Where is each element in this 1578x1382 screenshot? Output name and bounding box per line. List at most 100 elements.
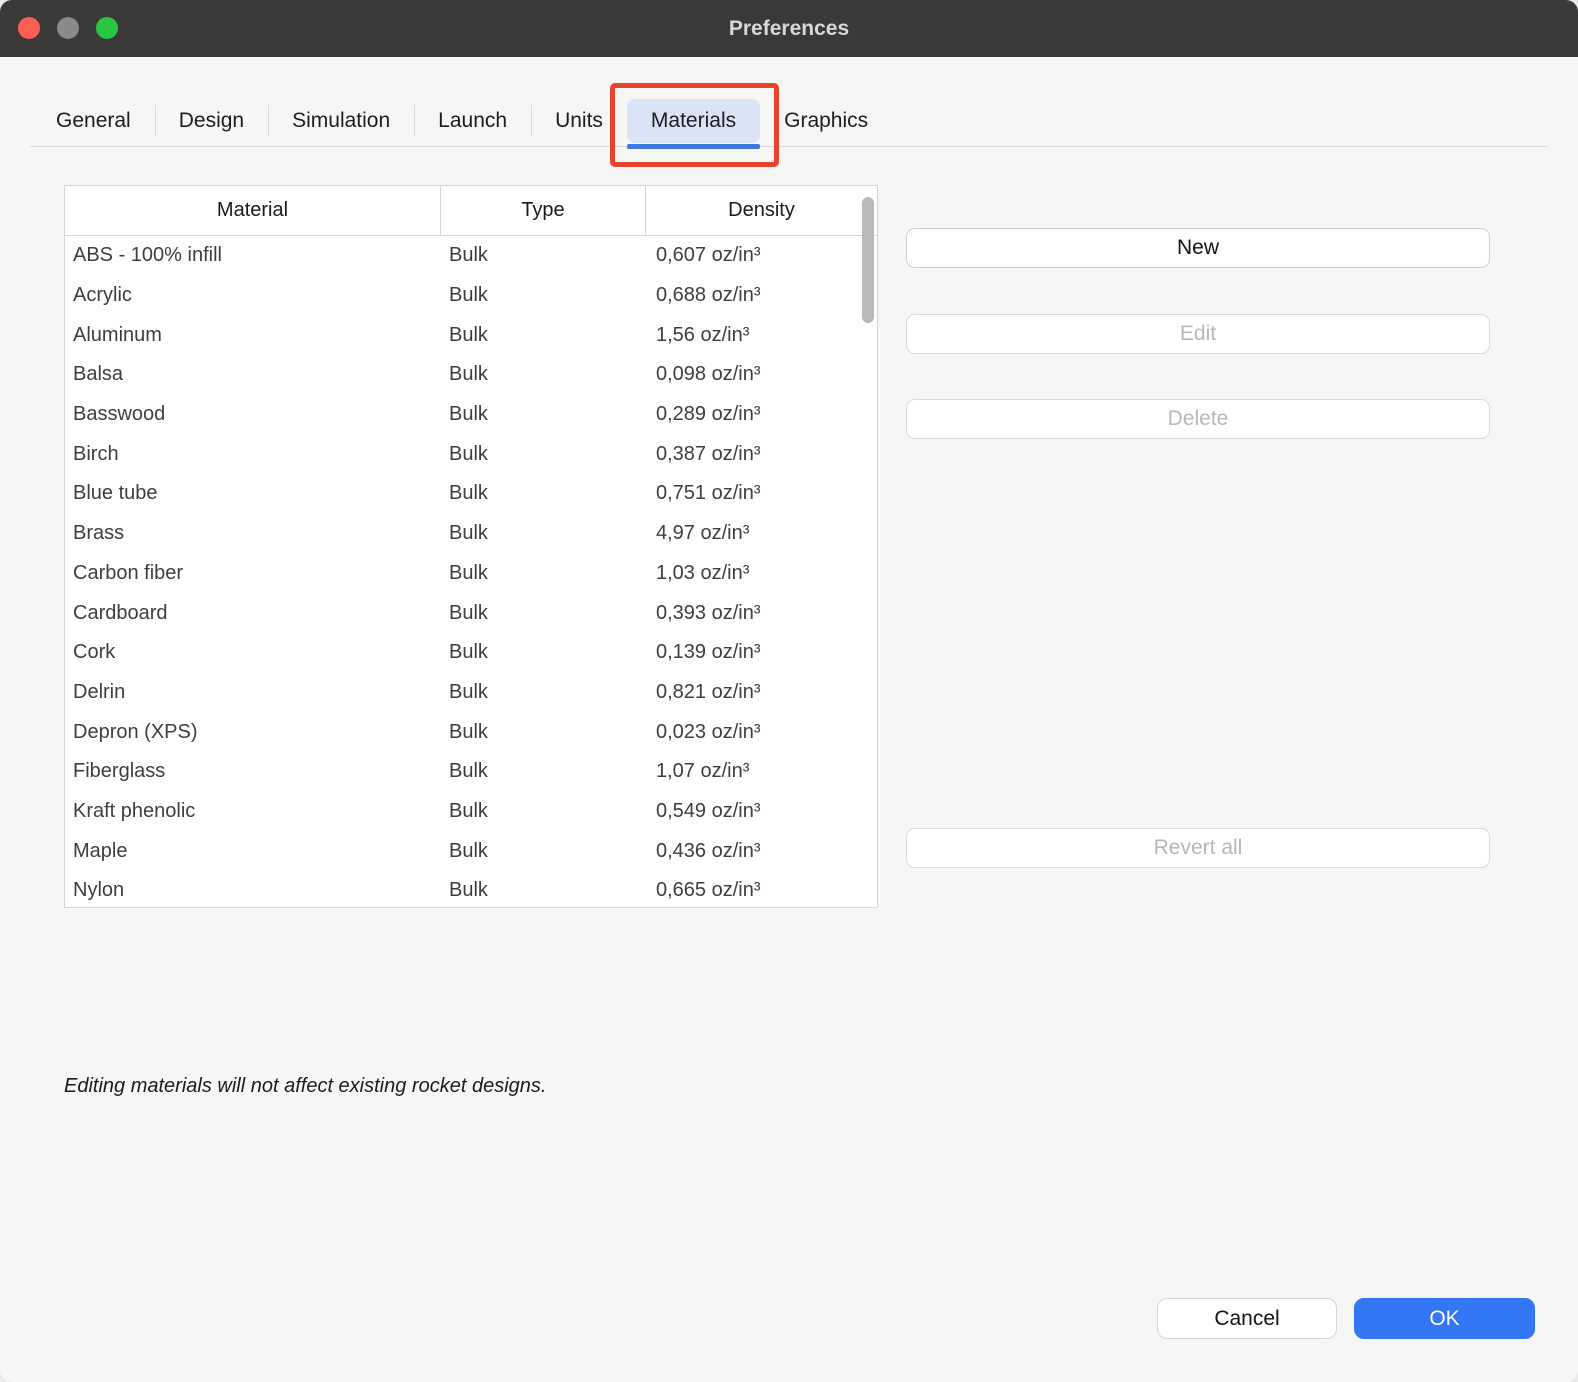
- table-cell: 0,751 oz/in³: [646, 482, 877, 505]
- tab-bar: General Design Simulation Launch Units Materi…: [32, 96, 892, 146]
- materials-table-body: ABS - 100% infillBulk0,607 oz/in³Acrylic…: [65, 236, 877, 908]
- table-cell: 0,821 oz/in³: [646, 681, 877, 704]
- revert-all-button[interactable]: Revert all: [906, 828, 1490, 868]
- materials-note: Editing materials will not affect existi…: [64, 1075, 546, 1098]
- materials-table: MaterialTypeDensity ABS - 100% infillBul…: [64, 185, 878, 908]
- table-cell: Delrin: [65, 681, 441, 704]
- tab-simulation[interactable]: Simulation: [268, 96, 414, 146]
- table-row[interactable]: BirchBulk0,387 oz/in³: [65, 434, 877, 474]
- table-cell: Bulk: [441, 443, 646, 466]
- table-cell: 0,387 oz/in³: [646, 443, 877, 466]
- cancel-button[interactable]: Cancel: [1157, 1298, 1337, 1339]
- tab-design[interactable]: Design: [155, 96, 268, 146]
- table-cell: Blue tube: [65, 482, 441, 505]
- table-row[interactable]: AcrylicBulk0,688 oz/in³: [65, 276, 877, 316]
- table-cell: Bulk: [441, 641, 646, 664]
- table-cell: Bulk: [441, 482, 646, 505]
- table-cell: Bulk: [441, 284, 646, 307]
- table-row[interactable]: Depron (XPS)Bulk0,023 oz/in³: [65, 712, 877, 752]
- scrollbar-thumb[interactable]: [862, 197, 874, 323]
- table-cell: Kraft phenolic: [65, 800, 441, 823]
- table-cell: Nylon: [65, 879, 441, 902]
- tab-launch[interactable]: Launch: [414, 96, 531, 146]
- table-cell: 0,393 oz/in³: [646, 602, 877, 625]
- window-title: Preferences: [0, 0, 1578, 57]
- table-row[interactable]: MapleBulk0,436 oz/in³: [65, 831, 877, 871]
- table-row[interactable]: CorkBulk0,139 oz/in³: [65, 633, 877, 673]
- table-cell: Bulk: [441, 681, 646, 704]
- tab-label: Materials: [651, 109, 736, 132]
- table-cell: Bulk: [441, 840, 646, 863]
- delete-button[interactable]: Delete: [906, 399, 1490, 439]
- table-cell: Bulk: [441, 760, 646, 783]
- selected-tab-underline: [627, 144, 760, 149]
- ok-button[interactable]: OK: [1354, 1298, 1535, 1339]
- table-cell: 4,97 oz/in³: [646, 522, 877, 545]
- table-cell: 0,098 oz/in³: [646, 363, 877, 386]
- table-cell: 0,289 oz/in³: [646, 403, 877, 426]
- table-cell: 0,665 oz/in³: [646, 879, 877, 902]
- table-row[interactable]: DelrinBulk0,821 oz/in³: [65, 673, 877, 713]
- tab-materials[interactable]: Materials: [627, 99, 760, 143]
- table-cell: Bulk: [441, 602, 646, 625]
- table-row[interactable]: BasswoodBulk0,289 oz/in³: [65, 395, 877, 435]
- table-cell: Bulk: [441, 721, 646, 744]
- table-cell: Birch: [65, 443, 441, 466]
- table-cell: ABS - 100% infill: [65, 244, 441, 267]
- column-header-density[interactable]: Density: [646, 186, 877, 235]
- table-cell: Bulk: [441, 562, 646, 585]
- new-button[interactable]: New: [906, 228, 1490, 268]
- table-cell: Depron (XPS): [65, 721, 441, 744]
- table-cell: Cardboard: [65, 602, 441, 625]
- column-header-material[interactable]: Material: [65, 186, 441, 235]
- table-cell: Aluminum: [65, 324, 441, 347]
- table-cell: 1,07 oz/in³: [646, 760, 877, 783]
- table-row[interactable]: NylonBulk0,665 oz/in³: [65, 871, 877, 908]
- table-row[interactable]: CardboardBulk0,393 oz/in³: [65, 593, 877, 633]
- table-cell: Balsa: [65, 363, 441, 386]
- table-cell: 1,03 oz/in³: [646, 562, 877, 585]
- preferences-window: Preferences General Design Simulation Launc…: [0, 0, 1578, 1382]
- table-cell: Bulk: [441, 324, 646, 347]
- table-row[interactable]: AluminumBulk1,56 oz/in³: [65, 315, 877, 355]
- materials-table-header: MaterialTypeDensity: [65, 186, 877, 236]
- table-cell: 0,549 oz/in³: [646, 800, 877, 823]
- tab-general[interactable]: General: [32, 96, 155, 146]
- tab-label: Graphics: [784, 109, 868, 132]
- table-cell: Fiberglass: [65, 760, 441, 783]
- tabs-separator-line: [30, 146, 1548, 147]
- table-row[interactable]: BrassBulk4,97 oz/in³: [65, 514, 877, 554]
- table-cell: Bulk: [441, 879, 646, 902]
- table-row[interactable]: ABS - 100% infillBulk0,607 oz/in³: [65, 236, 877, 276]
- table-row[interactable]: BalsaBulk0,098 oz/in³: [65, 355, 877, 395]
- edit-button[interactable]: Edit: [906, 314, 1490, 354]
- table-cell: Carbon fiber: [65, 562, 441, 585]
- table-cell: 0,607 oz/in³: [646, 244, 877, 267]
- table-cell: Acrylic: [65, 284, 441, 307]
- tab-units[interactable]: Units: [531, 96, 627, 146]
- table-cell: Bulk: [441, 244, 646, 267]
- tab-label: Simulation: [292, 109, 390, 132]
- title-bar: Preferences: [0, 0, 1578, 57]
- table-row[interactable]: Blue tubeBulk0,751 oz/in³: [65, 474, 877, 514]
- tab-label: Launch: [438, 109, 507, 132]
- table-cell: 0,688 oz/in³: [646, 284, 877, 307]
- table-cell: 1,56 oz/in³: [646, 324, 877, 347]
- table-cell: Maple: [65, 840, 441, 863]
- table-row[interactable]: Carbon fiberBulk1,03 oz/in³: [65, 554, 877, 594]
- tab-graphics[interactable]: Graphics: [760, 96, 892, 146]
- tab-label: Design: [179, 109, 244, 132]
- table-cell: Basswood: [65, 403, 441, 426]
- table-cell: 0,139 oz/in³: [646, 641, 877, 664]
- table-cell: Bulk: [441, 800, 646, 823]
- column-header-type[interactable]: Type: [441, 186, 646, 235]
- table-cell: Brass: [65, 522, 441, 545]
- table-cell: 0,023 oz/in³: [646, 721, 877, 744]
- table-cell: Bulk: [441, 363, 646, 386]
- table-cell: Bulk: [441, 403, 646, 426]
- table-row[interactable]: Kraft phenolicBulk0,549 oz/in³: [65, 792, 877, 832]
- table-row[interactable]: FiberglassBulk1,07 oz/in³: [65, 752, 877, 792]
- table-cell: Cork: [65, 641, 441, 664]
- table-cell: Bulk: [441, 522, 646, 545]
- table-cell: 0,436 oz/in³: [646, 840, 877, 863]
